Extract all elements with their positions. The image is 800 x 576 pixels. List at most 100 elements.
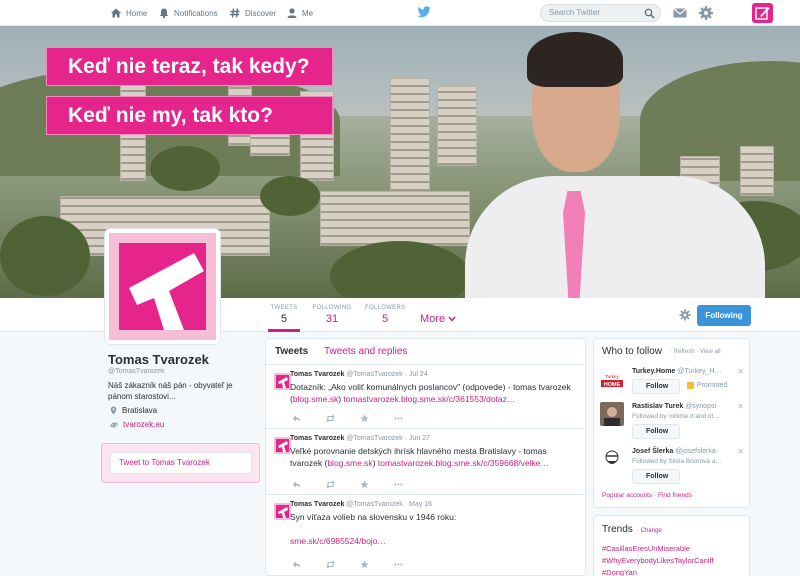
tweet-link[interactable]: blog.sme.sk (293, 394, 338, 404)
stat-followers[interactable]: FOLLOWERS 5 (365, 305, 405, 325)
suggestion-name[interactable]: Josef Šlerka @josefslerka (632, 448, 716, 455)
reply-icon[interactable] (292, 560, 301, 569)
nav-home-label: Home (126, 8, 148, 18)
suggestion-name[interactable]: Turkey.Home @Turkey_H… (632, 368, 721, 375)
nav-notifications[interactable]: Notifications (158, 6, 218, 20)
more-dots-icon[interactable] (394, 414, 403, 423)
twitter-bird-icon[interactable] (417, 6, 431, 18)
retweet-icon[interactable] (326, 414, 335, 423)
follow-button-label: Follow (646, 383, 669, 390)
timeline: Tweets Tweets and replies Tomas Tvarozek… (265, 338, 586, 576)
profile-website[interactable]: tvarozek.eu (110, 420, 164, 429)
retweet-icon[interactable] (326, 480, 335, 489)
suggestion-name-text: Rastislav Turek (632, 403, 684, 410)
more-dots-icon[interactable] (394, 560, 403, 569)
search-input[interactable]: Search Twitter (540, 4, 661, 22)
tweet-link[interactable]: blog.sme.sk (327, 458, 372, 468)
trend-item[interactable]: #WhyEverybodyLikesTaylorCaniff (602, 556, 714, 565)
search-icon[interactable] (644, 8, 655, 19)
suggestion-name-text: Josef Šlerka (632, 448, 674, 455)
suggestion-item: Josef Šlerka @josefslerka Followed by Si… (600, 447, 748, 487)
profile-location: Bratislava (110, 406, 157, 415)
tab-tweets-and-replies[interactable]: Tweets and replies (324, 346, 407, 357)
follow-button[interactable]: Follow (632, 469, 680, 484)
stat-tweets[interactable]: TWEETS 5 (268, 305, 300, 332)
tweet-avatar[interactable] (274, 373, 291, 390)
dismiss-close-icon[interactable]: ✕ (737, 402, 744, 411)
trend-item[interactable]: #DongYan (602, 568, 637, 576)
reply-icon[interactable] (292, 414, 301, 423)
tweet-link[interactable]: sme.sk/c/6985524/bojo… (290, 536, 386, 546)
follow-button[interactable]: Follow (632, 379, 680, 394)
tweet-actions (292, 414, 403, 423)
tweet-header: Tomas Tvarozek @TomasTvarozek · Jul 24 (290, 371, 428, 378)
tweet-author-handle: @TomasTvarozek (346, 371, 403, 378)
tweet-link[interactable]: tomastvarozek.blog.sme.sk/c/361553/dotaz… (343, 394, 515, 404)
suggestion-avatar[interactable] (600, 447, 624, 471)
suggestion-followed-by: Followed by robime.it and ot… (632, 413, 720, 420)
profile-handle: @TomasTvarozek (108, 368, 165, 375)
tweet-date[interactable]: · Jun 27 (405, 435, 430, 442)
tweet-header: Tomas Tvarozek @TomasTvarozek · Jun 27 (290, 435, 430, 442)
dismiss-close-icon[interactable]: ✕ (737, 367, 744, 376)
tweet-author-name[interactable]: Tomas Tvarozek (290, 501, 344, 508)
tweet-link[interactable]: tomastvarozek.blog.sme.sk/c/359668/velke… (378, 458, 549, 468)
tweet-item[interactable]: Tomas Tvarozek @TomasTvarozek · Jun 27 V… (266, 430, 585, 495)
who-to-follow-title: Who to follow (602, 346, 663, 357)
suggestion-avatar[interactable] (600, 402, 624, 426)
tweet-item[interactable]: Tomas Tvarozek @TomasTvarozek · Jul 24 D… (266, 366, 585, 429)
trend-item[interactable]: #CasillasEresUnMiserable (602, 544, 690, 553)
tweet-date[interactable]: · Jul 24 (405, 371, 428, 378)
tweet-author-name[interactable]: Tomas Tvarozek (290, 435, 344, 442)
suggestion-handle: @josefslerka (675, 448, 716, 455)
who-to-follow-links[interactable]: · Refresh · View all (670, 349, 721, 355)
favorite-star-icon[interactable] (360, 414, 369, 423)
profile-website-link[interactable]: tvarozek.eu (123, 420, 164, 429)
follow-button[interactable]: Follow (632, 424, 680, 439)
suggestion-avatar[interactable]: HOME Turkey (600, 367, 624, 391)
following-button[interactable]: Following (697, 305, 751, 326)
compose-tweet-button[interactable] (752, 3, 773, 23)
dismiss-close-icon[interactable]: ✕ (737, 447, 744, 456)
tweet-avatar[interactable] (274, 503, 291, 520)
compose-icon (755, 7, 770, 20)
tab-tweets[interactable]: Tweets (275, 346, 308, 357)
tweet-author-name[interactable]: Tomas Tvarozek (290, 371, 344, 378)
messages-icon[interactable] (672, 5, 688, 21)
tweet-item[interactable]: Tomas Tvarozek @TomasTvarozek · May 16 S… (266, 496, 585, 575)
suggestion-name[interactable]: Rastislav Turek @synopsi (632, 403, 716, 410)
nav-me[interactable]: Me (286, 6, 313, 20)
stat-following[interactable]: FOLLOWING 31 (312, 305, 352, 325)
nav-discover[interactable]: Discover (229, 6, 276, 20)
tweet-text: Veľké porovnanie detských ihrísk hlavnéh… (290, 446, 580, 469)
tweet-to-box: Tweet to Tomas Tvarozek (101, 443, 260, 483)
tweet-to-input[interactable]: Tweet to Tomas Tvarozek (110, 452, 252, 474)
who-to-follow-footer[interactable]: Popular accounts · Find friends (602, 492, 692, 499)
nav-home[interactable]: Home (110, 6, 147, 20)
tweet-header: Tomas Tvarozek @TomasTvarozek · May 16 (290, 501, 432, 508)
profile-gear-icon[interactable] (679, 309, 691, 321)
nav-notifications-label: Notifications (174, 8, 218, 18)
settings-gear-icon[interactable] (698, 5, 714, 21)
trends-change-link[interactable]: · Change (637, 528, 662, 534)
retweet-icon[interactable] (326, 560, 335, 569)
profile-bio: Náš zákazník náš pán - obyvateľ je pánom… (108, 381, 233, 401)
more-dots-icon[interactable] (394, 480, 403, 489)
more-menu-button[interactable]: More (420, 313, 456, 325)
favorite-star-icon[interactable] (360, 480, 369, 489)
nav-me-label: Me (302, 8, 314, 18)
suggestion-handle: @Turkey_H… (677, 368, 722, 375)
tweet-date[interactable]: · May 16 (405, 501, 432, 508)
stat-tweets-label: TWEETS (270, 305, 298, 311)
reply-icon[interactable] (292, 480, 301, 489)
stat-followers-value: 5 (381, 313, 389, 325)
favorite-star-icon[interactable] (360, 560, 369, 569)
tweet-text-plain: Syn víťaza volieb na slovensku v 1946 ro… (290, 512, 457, 522)
trends-panel: Trends · Change #CasillasEresUnMiserable… (593, 515, 750, 576)
person-icon (287, 8, 297, 18)
profile-avatar[interactable] (105, 229, 220, 344)
tweet-avatar[interactable] (274, 437, 291, 454)
trends-title: Trends (602, 524, 633, 535)
profile-name[interactable]: Tomas Tvarozek (108, 352, 209, 367)
tweet-actions (292, 480, 403, 489)
